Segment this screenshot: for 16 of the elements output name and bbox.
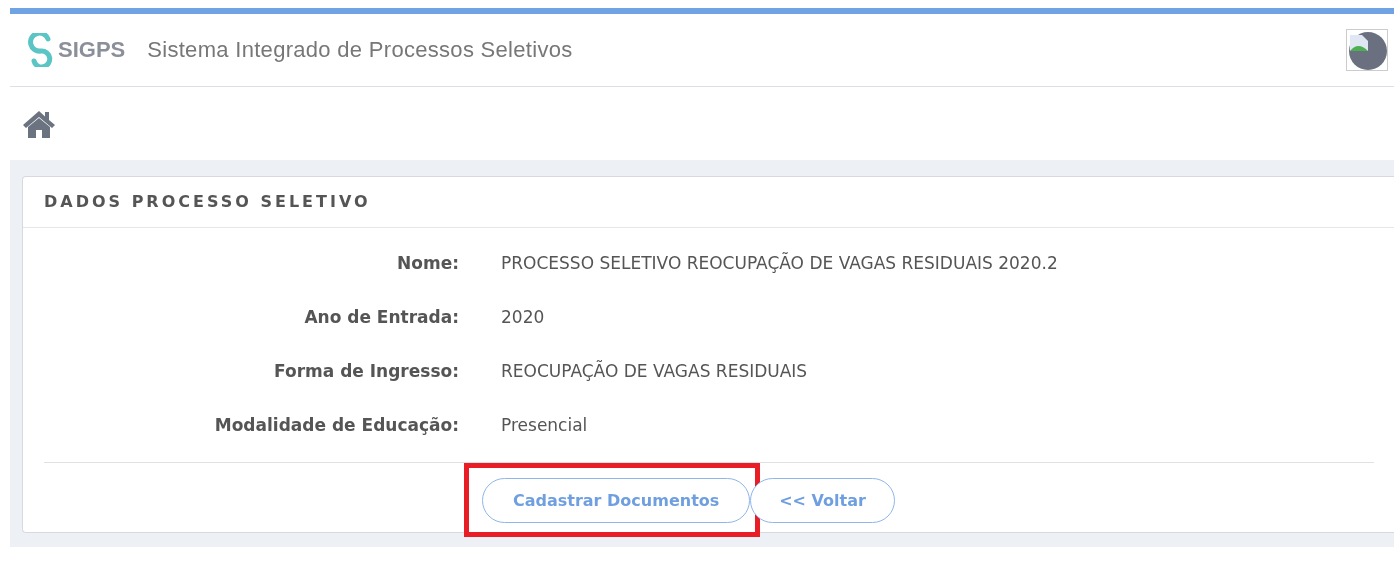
field-label: Forma de Ingresso: xyxy=(273,361,459,381)
field-label: Nome: xyxy=(396,253,459,273)
field-value: 2020 xyxy=(501,307,545,327)
field-value: PROCESSO SELETIVO REOCUPAÇÃO DE VAGAS RESIDUAIS 2020.2 xyxy=(501,253,1058,273)
field-label: Modalidade de Educação: xyxy=(213,415,459,435)
card-title: DADOS PROCESSO SELETIVO xyxy=(23,177,1394,228)
field-value: Presencial xyxy=(501,415,588,435)
field-value: REOCUPAÇÃO DE VAGAS RESIDUAIS xyxy=(501,361,808,381)
app-title: Sistema Integrado de Processos Seletivos xyxy=(147,37,573,63)
logo-text: SIGPS xyxy=(58,37,126,63)
action-button[interactable]: << Voltar xyxy=(750,478,895,523)
action-button[interactable]: Cadastrar Documentos xyxy=(482,478,751,523)
logo-icon xyxy=(28,33,54,67)
home-icon[interactable] xyxy=(22,108,56,139)
field-label: Ano de Entrada: xyxy=(303,307,459,327)
avatar-icon[interactable] xyxy=(1346,29,1388,71)
